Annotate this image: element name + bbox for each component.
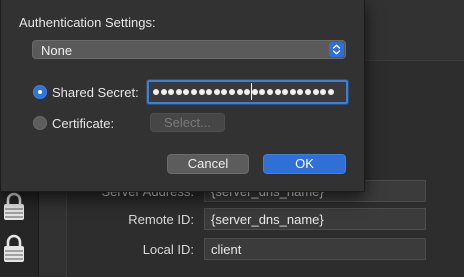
secret-dot xyxy=(274,89,281,95)
secret-dot xyxy=(297,89,304,95)
secret-dot xyxy=(305,89,311,95)
secret-dot xyxy=(251,89,258,95)
local-id-field[interactable]: client xyxy=(204,238,426,260)
secret-dot xyxy=(282,89,289,95)
secret-dot xyxy=(206,89,213,95)
secret-dot xyxy=(312,89,319,95)
secret-dot xyxy=(327,89,334,95)
local-id-row: Local ID: client xyxy=(38,238,464,262)
shared-secret-radio[interactable] xyxy=(33,85,47,99)
masked-secret-text xyxy=(149,86,346,98)
secret-dot xyxy=(198,89,205,95)
authentication-settings-sheet: Authentication Settings: None Shared Sec… xyxy=(0,0,365,192)
secret-dot xyxy=(153,89,159,95)
remote-id-label: Remote ID: xyxy=(128,212,194,227)
secret-dot xyxy=(221,89,228,95)
cancel-button[interactable]: Cancel xyxy=(167,154,249,174)
secret-dot xyxy=(236,89,243,95)
secret-dot xyxy=(213,89,220,95)
authentication-method-popup[interactable]: None xyxy=(32,40,346,59)
certificate-label: Certificate: xyxy=(52,116,115,131)
lock-icon xyxy=(2,190,26,224)
secret-dot xyxy=(191,89,197,95)
secret-dot xyxy=(160,89,167,95)
remote-id-row: Remote ID: {server_dns_name} xyxy=(38,208,464,232)
authentication-method-value: None xyxy=(41,43,73,58)
chevron-up-down-icon xyxy=(329,42,344,57)
certificate-select-button[interactable]: Select... xyxy=(150,113,225,132)
secret-dot xyxy=(244,89,251,95)
shared-secret-field[interactable] xyxy=(147,80,348,104)
shared-secret-label: Shared Secret: xyxy=(52,85,139,100)
secret-dot xyxy=(183,89,190,95)
secret-dot xyxy=(267,89,273,95)
secret-dot xyxy=(259,89,266,95)
secret-dot xyxy=(175,89,182,95)
sheet-title: Authentication Settings: xyxy=(19,15,156,30)
lock-icon xyxy=(2,232,26,266)
text-caret xyxy=(250,83,252,100)
remote-id-field[interactable]: {server_dns_name} xyxy=(204,208,426,230)
secret-dot xyxy=(320,89,327,95)
certificate-radio[interactable] xyxy=(33,116,47,130)
local-id-label: Local ID: xyxy=(142,242,194,257)
secret-dot xyxy=(229,89,235,95)
ok-button[interactable]: OK xyxy=(263,154,346,174)
secret-dot xyxy=(289,89,296,95)
secret-dot xyxy=(168,89,175,95)
